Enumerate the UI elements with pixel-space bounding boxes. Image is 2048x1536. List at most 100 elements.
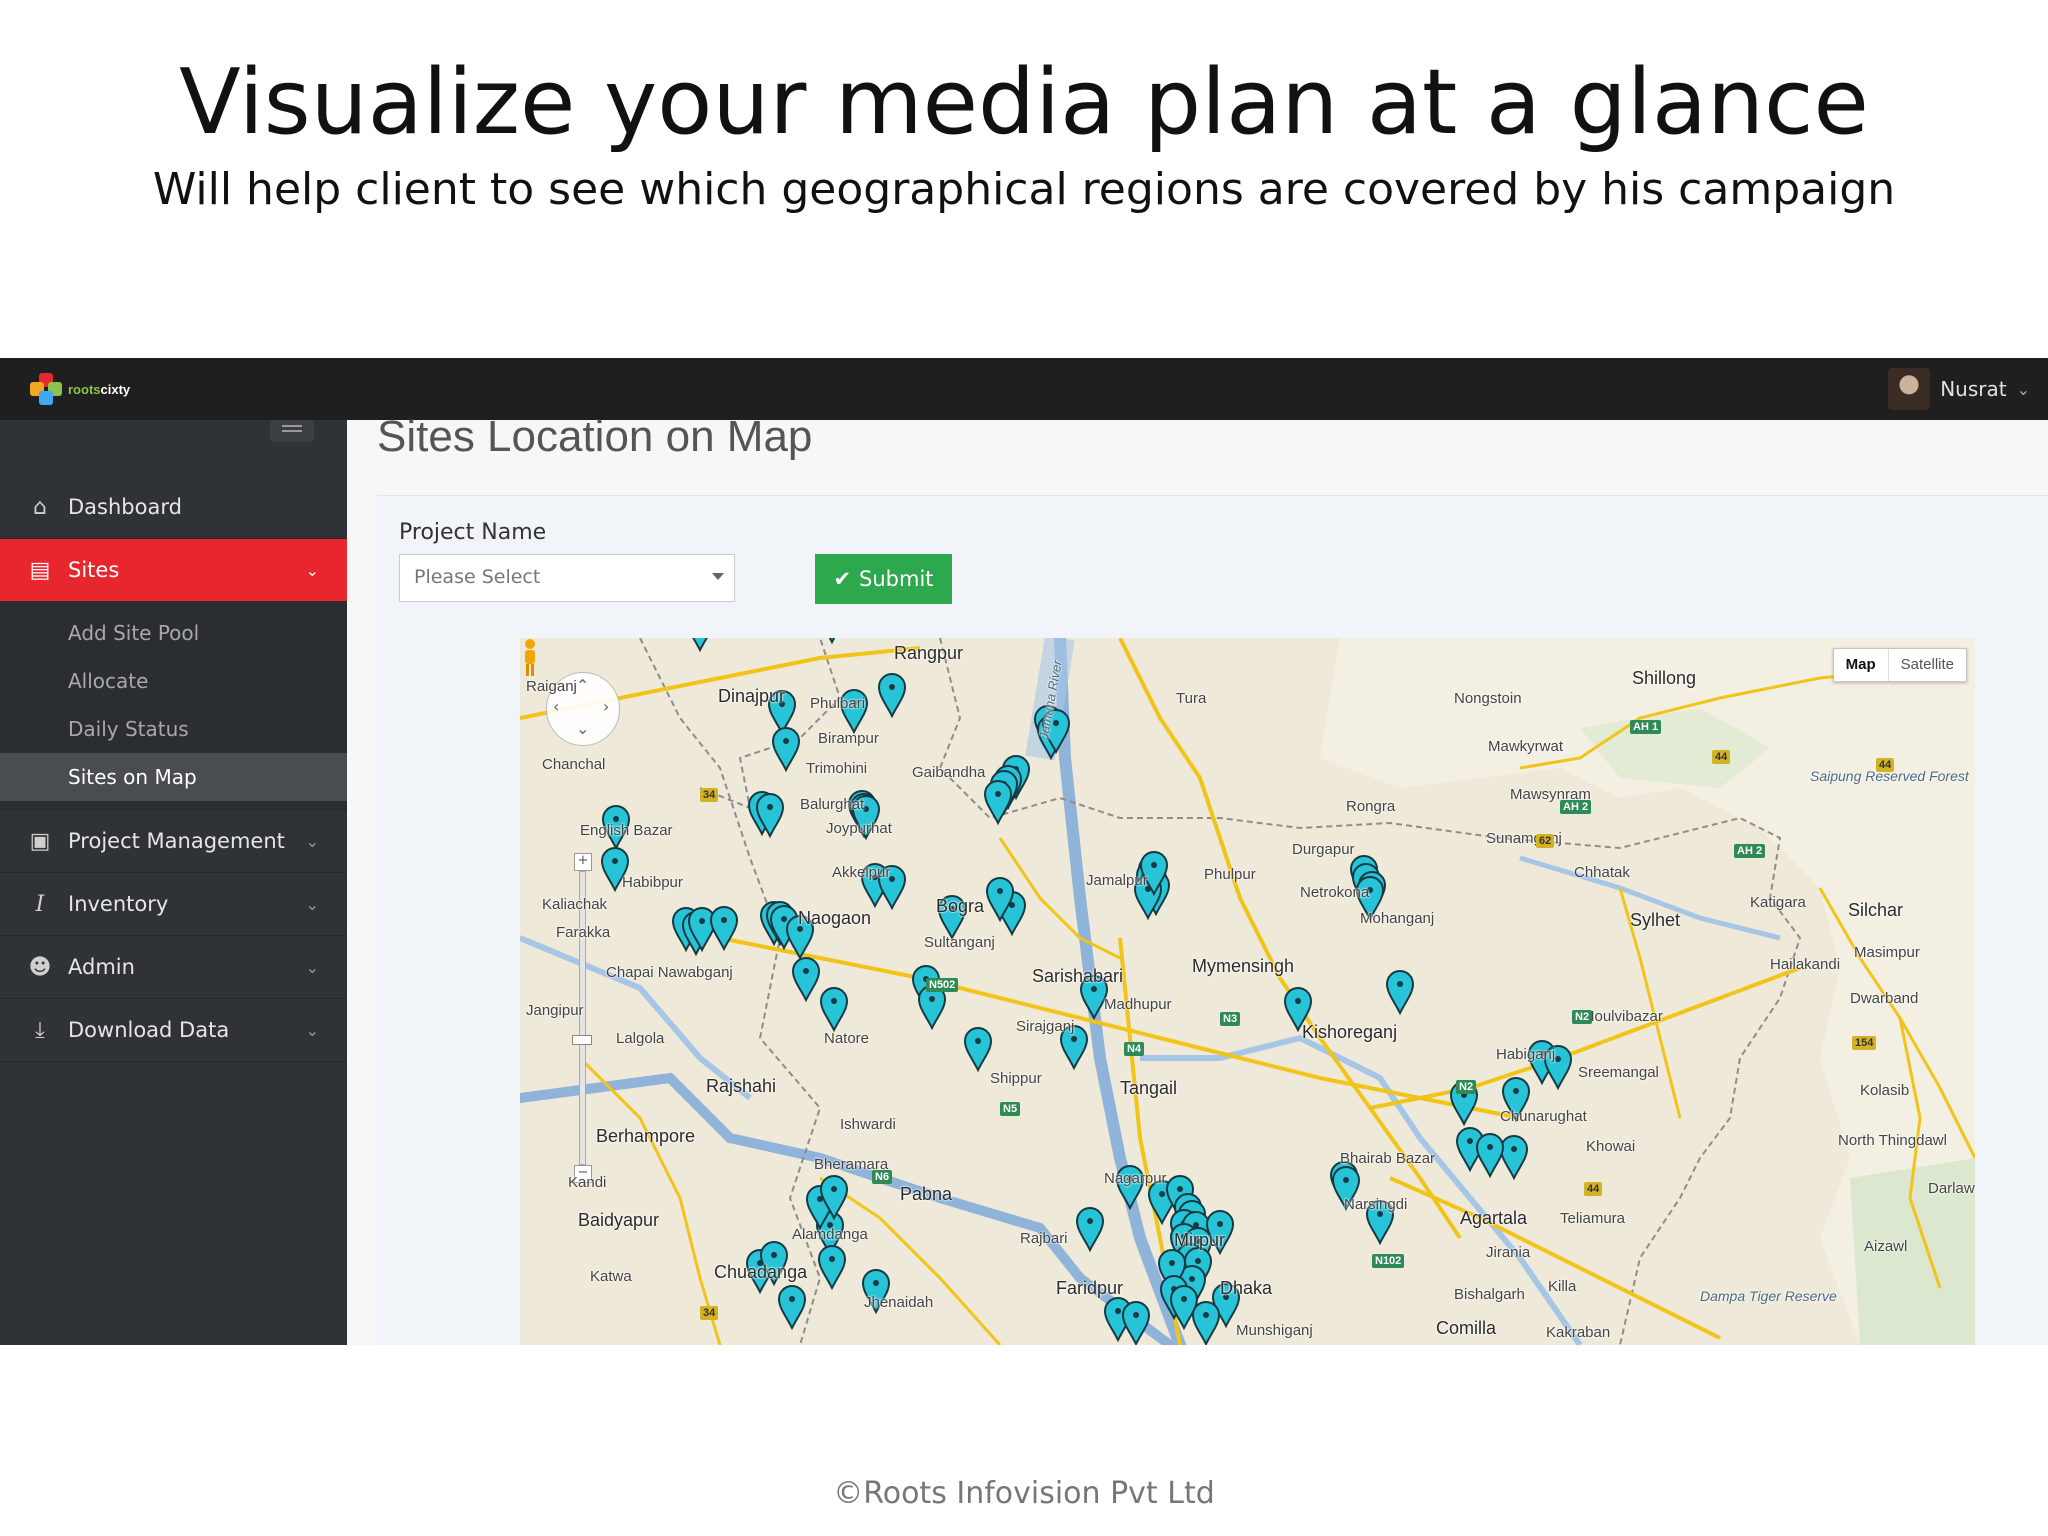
map-label: Sarishabari (1032, 966, 1124, 986)
map-label: Akkelpur (832, 864, 891, 881)
map-type-map-button[interactable]: Map (1834, 649, 1889, 681)
pegman-icon[interactable] (520, 638, 540, 678)
map-label: Birampur (818, 730, 879, 747)
map-label: Sirajganj (1016, 1018, 1075, 1035)
map-label: Narsingdi (1344, 1196, 1408, 1213)
download-icon: ⤓ (35, 1017, 45, 1043)
sidebar-item-label: Dashboard (68, 495, 182, 519)
route-shield: 154 (1852, 1036, 1877, 1050)
project-name-select[interactable]: Please Select (399, 554, 735, 602)
file-icon: ▤ (29, 557, 51, 583)
map-label: English Bazar (580, 822, 673, 839)
map-label: Tangail (1120, 1078, 1178, 1098)
submenu-item-daily-status[interactable]: Daily Status (0, 705, 347, 753)
route-shield: N2 (1572, 1010, 1593, 1024)
pan-down-icon[interactable]: ⌄ (576, 719, 589, 738)
sidebar-item-label: Admin (68, 955, 135, 979)
sidebar-item-sites[interactable]: ▤ Sites ⌄ (0, 539, 359, 601)
map-label: Sreemangal (1578, 1064, 1659, 1081)
map-label: Natore (824, 1030, 870, 1047)
map-label: Joypurhat (826, 820, 892, 837)
map-label: Rajshahi (706, 1076, 777, 1096)
sidebar-item-admin[interactable]: ☻ Admin ⌄ (0, 936, 347, 999)
chevron-down-icon: ⌄ (305, 560, 319, 580)
map-label: Dinajpur (718, 686, 786, 706)
map-label: Aizawl (1864, 1238, 1908, 1255)
map-label: Chuadanga (714, 1262, 808, 1282)
map-label: Munshiganj (1236, 1322, 1313, 1339)
map-label: Sultanganj (924, 934, 995, 951)
logo-text: rootscixty (68, 382, 130, 397)
site-map[interactable]: Map Satellite ⌃ ⌄ ‹ › + − Rangpur Dinajp… (520, 638, 1975, 1345)
map-label: Balurghat (800, 796, 865, 813)
map-label: Rangpur (894, 643, 964, 663)
sidebar-item-inventory[interactable]: I Inventory ⌄ (0, 873, 347, 936)
route-shield: 34 (700, 1306, 719, 1320)
map-label: Kandi (568, 1174, 607, 1191)
submenu-item-allocate[interactable]: Allocate (0, 657, 347, 705)
italic-i-icon: I (35, 891, 45, 917)
user-menu[interactable]: Nusrat ⌄ (1888, 366, 2030, 412)
map-label: Madhupur (1104, 996, 1172, 1013)
zoom-in-button[interactable]: + (574, 853, 592, 871)
map-label: Moulvibazar (1582, 1008, 1663, 1025)
submit-button[interactable]: ✔ Submit (815, 554, 952, 604)
map-background (520, 638, 1975, 1345)
map-label: Farakka (556, 924, 611, 941)
route-shield: AH 2 (1734, 844, 1766, 858)
map-label: Jangipur (526, 1002, 584, 1019)
map-label: Kishoreganj (1302, 1022, 1398, 1042)
pan-up-icon[interactable]: ⌃ (576, 676, 589, 695)
briefcase-icon: ▣ (29, 828, 51, 854)
map-label: Habibpur (622, 874, 683, 891)
map-label: Trimohini (806, 760, 868, 777)
map-label: Jhenaidah (864, 1294, 934, 1311)
map-label: Silchar (1848, 900, 1904, 920)
logo-text-a: roots (68, 381, 101, 397)
check-icon: ✔ (833, 567, 852, 591)
app-logo[interactable]: rootscixty (30, 371, 130, 407)
user-icon: ☻ (28, 954, 52, 980)
avatar (1888, 368, 1931, 410)
map-label: Naogaon (798, 908, 872, 928)
map-label: Nongstoin (1454, 690, 1522, 707)
sidebar-item-download-data[interactable]: ⤓ Download Data ⌄ (0, 999, 347, 1062)
map-label: Rajbari (1020, 1230, 1068, 1247)
chevron-down-icon: ⌄ (305, 894, 319, 914)
sidebar: ⌂ Dashboard ▤ Sites ⌄ Add Site Pool Allo… (0, 420, 359, 1345)
sites-submenu: Add Site Pool Allocate Daily Status Site… (0, 601, 347, 810)
logo-icon (30, 373, 62, 405)
map-label: Kolasib (1860, 1082, 1910, 1099)
map-label: Kakraban (1546, 1324, 1611, 1341)
route-shield: 34 (700, 788, 719, 802)
submenu-item-add-site-pool[interactable]: Add Site Pool (0, 609, 347, 657)
sidebar-item-label: Download Data (68, 1018, 230, 1042)
map-label: Bogra (936, 896, 985, 916)
map-label: Phulpur (1204, 866, 1256, 883)
sidebar-toggle-button[interactable] (270, 420, 314, 442)
map-type-satellite-button[interactable]: Satellite (1889, 649, 1966, 681)
map-label: Shippur (990, 1070, 1042, 1087)
sidebar-item-project-management[interactable]: ▣ Project Management ⌄ (0, 810, 347, 873)
user-name: Nusrat (1940, 377, 2007, 401)
map-label: Bhairab Bazar (1340, 1150, 1436, 1167)
sidebar-item-dashboard[interactable]: ⌂ Dashboard (0, 476, 347, 539)
submenu-item-sites-on-map[interactable]: Sites on Map (0, 753, 347, 801)
map-label: Comilla (1436, 1318, 1497, 1338)
route-shield: N502 (926, 978, 959, 992)
map-label: Dampa Tiger Reserve (1700, 1288, 1837, 1304)
zoom-slider-handle[interactable] (572, 1035, 592, 1045)
map-label: Darlaw (1928, 1180, 1975, 1197)
map-label: Baidyapur (578, 1210, 660, 1230)
map-label: Chunarughat (1500, 1108, 1587, 1125)
route-shield: N5 (1000, 1102, 1021, 1116)
pan-left-icon[interactable]: ‹ (553, 697, 559, 716)
map-label: Mymensingh (1192, 956, 1295, 976)
map-label: Dhaka (1220, 1278, 1273, 1298)
logo-text-b: cixty (100, 381, 131, 397)
route-shield: 62 (1536, 834, 1555, 848)
pan-right-icon[interactable]: › (603, 697, 609, 716)
map-label: Agartala (1460, 1208, 1528, 1228)
caret-down-icon (712, 573, 724, 580)
map-label: Habiganj (1496, 1046, 1556, 1063)
